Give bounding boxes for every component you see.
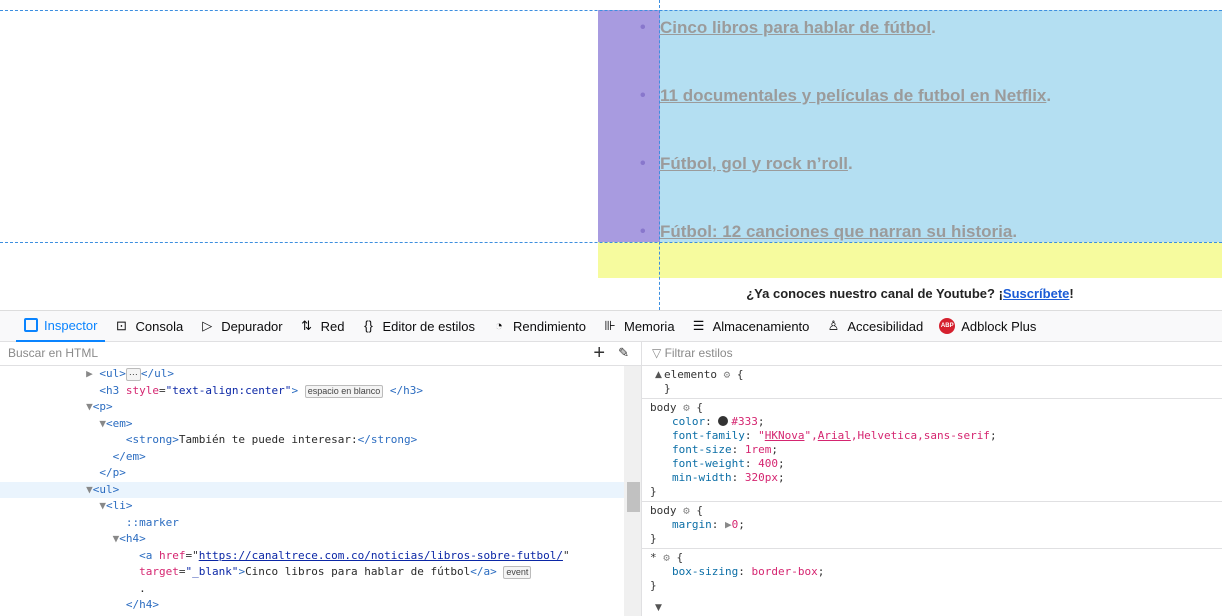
tab-storage[interactable]: ☰ Almacenamiento [683,310,818,342]
related-link[interactable]: 11 documentales y películas de futbol en… [660,84,1046,108]
page-viewport: • Cinco libros para hablar de fútbol. • … [0,0,1222,310]
debugger-icon: ▷ [202,318,213,333]
tab-label: Memoria [623,318,675,334]
rule-body-margin[interactable]: body ⚙ { margin: ▶0; } [642,502,1222,549]
eyedropper-icon[interactable]: ✎ [618,345,629,361]
tree-node-p[interactable]: ▼<p> [0,399,624,416]
rule-universal[interactable]: * ⚙ { box-sizing: border-box; } [642,549,1222,595]
period: . [847,154,853,173]
tab-label: Editor de estilos [382,318,475,334]
html-search-input[interactable]: Buscar en HTML [8,346,98,360]
tab-label: Depurador [221,318,283,334]
chevron-down-icon[interactable]: ▼ [655,603,662,613]
accessibility-icon: ♙ [827,318,840,333]
tab-inspector[interactable]: Inspector [16,310,106,342]
period: . [931,18,936,37]
add-node-icon[interactable]: + [593,342,605,364]
rule-body[interactable]: body ⚙ { color: #333; font-family: "HKNo… [642,399,1222,502]
tree-node-li[interactable]: ▼<li> [0,498,624,515]
html-search-bar: Buscar en HTML + ✎ [0,342,641,366]
rule-selector: body [650,504,677,517]
tab-network[interactable]: ⇅ Red [291,310,353,342]
network-icon: ⇅ [301,318,313,333]
gear-icon[interactable]: ⚙ [663,551,670,564]
styles-filter-input[interactable]: Filtrar estilos [665,346,733,360]
inspector-icon [24,318,38,332]
tab-label: Adblock Plus [961,318,1037,334]
devtools-toolbar: Inspector ⊡ Consola ▷ Depurador ⇅ Red {} Edi… [0,310,1222,342]
list-item: • 11 documentales y películas de futbol … [640,78,1051,146]
youtube-text: ¿Ya conoces nuestro canal de Youtube? ¡ [746,286,1003,301]
guide-line [0,242,1222,243]
style-editor-icon: {} [364,318,373,333]
tab-accessibility[interactable]: ♙ Accesibilidad [817,310,931,342]
guide-line [0,10,1222,11]
list-item: • Cinco libros para hablar de fútbol. [640,10,1051,78]
tab-label: Red [320,318,345,334]
bullet-icon: • [640,87,646,104]
tab-label: Rendimiento [512,318,586,334]
tree-node-h4[interactable]: ▼<h4> [0,531,624,548]
tab-label: Accesibilidad [847,318,924,334]
expand-icon[interactable]: ▶ [725,518,732,531]
tree-node-marker[interactable]: ::marker [0,515,624,532]
tree-node-a[interactable]: <a href="https://canaltrece.com.co/notic… [0,548,624,565]
guide-line [659,0,660,310]
chevron-up-icon[interactable]: ▲ [655,370,662,380]
gear-icon[interactable]: ⚙ [683,401,690,414]
gear-icon[interactable]: ⚙ [724,368,731,381]
tab-adblock[interactable]: ABP Adblock Plus [931,310,1044,342]
gear-icon[interactable]: ⚙ [683,504,690,517]
markup-tree: ▶ <ul> ⋯ </ul> <h3 style="text-align:cente… [0,366,624,616]
adblock-icon: ABP [939,318,956,334]
event-badge[interactable]: event [503,566,532,579]
href-link[interactable]: https://canaltrece.com.co/noticias/libro… [199,549,563,562]
bullet-icon: • [640,223,646,240]
tab-debugger[interactable]: ▷ Depurador [191,310,290,342]
storage-icon: ☰ [692,318,705,333]
tree-node-ul-selected[interactable]: ▼<ul> [0,481,624,498]
related-link[interactable]: Fútbol: 12 canciones que narran su histo… [660,220,1012,244]
tree-node-h3[interactable]: <h3 style="text-align:center"> espacio e… [0,383,624,400]
tree-node-ul-collapsed[interactable]: ▶ <ul> ⋯ </ul> [0,366,624,383]
memory-icon: ⊪ [604,318,616,333]
tree-node-strong[interactable]: <strong>También te puede interesar:</str… [0,432,624,449]
styles-filter-bar: ▽ Filtrar estilos [641,342,1222,366]
bullet-icon: • [640,19,646,36]
youtube-suffix: ! [1069,286,1074,301]
tab-performance[interactable]: ◔ Rendimiento [483,310,594,342]
tab-label: Consola [135,318,184,334]
rule-selector: * [650,551,657,564]
rule-element[interactable]: elemento ⚙ { } [642,366,1222,399]
markup-scrollbar-thumb[interactable] [627,482,640,512]
tab-console[interactable]: ⊡ Consola [105,310,191,342]
tree-node-p-close: </p> [99,466,126,479]
filter-icon: ▽ [652,346,665,360]
tree-node-h4-close: </h4> [125,598,159,611]
whitespace-badge: espacio en blanco [304,384,384,398]
tab-style-editor[interactable]: {} Editor de estilos [352,310,483,342]
styles-rules-panel: elemento ⚙ { } body ⚙ { color: #333; fon… [641,366,1222,616]
period: . [1012,222,1018,241]
related-link[interactable]: Cinco libros para hablar de fútbol [660,16,931,40]
tree-node-em-close: </em> [112,449,146,463]
performance-icon: ◔ [495,318,503,333]
list-item: • Fútbol, gol y rock n’roll. [640,146,1051,214]
tab-label: Almacenamiento [712,318,810,334]
bullet-icon: • [640,155,646,172]
console-icon: ⊡ [116,318,127,333]
rule-selector: elemento [664,368,717,381]
related-link[interactable]: Fútbol, gol y rock n’roll [660,152,848,176]
tree-node-em[interactable]: ▼<em> [0,416,624,433]
color-swatch-icon[interactable] [718,416,729,426]
tree-node-a-cont[interactable]: target="_blank">Cinco libros para hablar… [0,564,624,581]
youtube-promo: ¿Ya conoces nuestro canal de Youtube? ¡S… [598,286,1222,301]
tab-label: Inspector [44,317,98,333]
subscribe-link[interactable]: Suscríbete [1003,286,1069,301]
period: . [1046,86,1052,105]
list-item: • Fútbol: 12 canciones que narran su his… [640,214,1051,282]
tab-memory[interactable]: ⊪ Memoria [594,310,683,342]
rule-selector: body [650,401,677,414]
tree-node-text[interactable]: . [0,581,624,598]
